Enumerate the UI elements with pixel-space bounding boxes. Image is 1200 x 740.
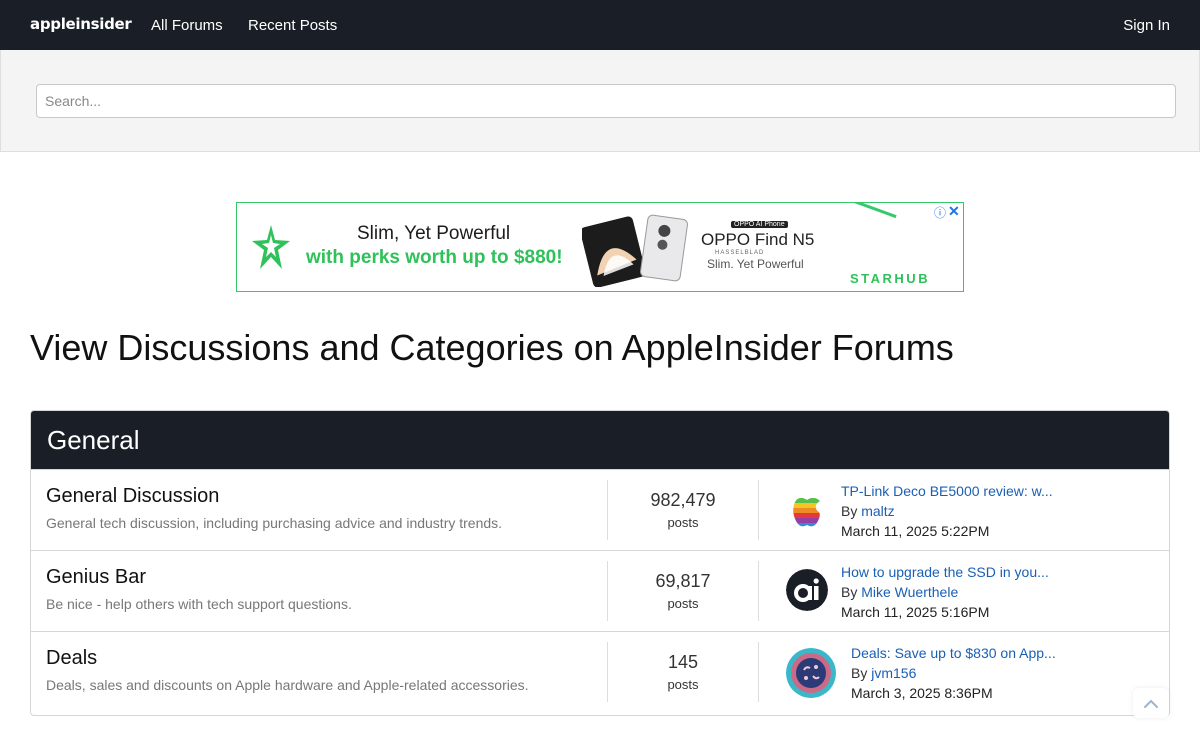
ad-banner[interactable]: Slim, Yet Powerful with perks worth up t… <box>236 202 964 292</box>
author-link[interactable]: jvm156 <box>871 665 916 681</box>
by-prefix: By <box>841 584 862 600</box>
site-logo[interactable]: appleinsider <box>30 15 132 33</box>
ad-brand: STARHUB <box>850 271 931 286</box>
forum-row: Deals Deals, sales and discounts on Appl… <box>31 631 1169 712</box>
forum-row: Genius Bar Be nice - help others with te… <box>31 550 1169 631</box>
page-title: View Discussions and Categories on Apple… <box>30 327 954 368</box>
last-post-date: March 11, 2025 5:22PM <box>841 523 990 539</box>
ad-offer: with perks worth up to $880! <box>306 247 563 268</box>
last-post-byline: By Mike Wuerthele <box>841 584 958 600</box>
author-link[interactable]: maltz <box>861 503 894 519</box>
category-title[interactable]: General <box>47 411 1169 456</box>
post-count-label: posts <box>667 596 699 611</box>
top-navbar: appleinsider All Forums Recent Posts Sig… <box>0 0 1200 50</box>
last-post-date: March 11, 2025 5:16PM <box>841 604 990 620</box>
forum-title[interactable]: Deals <box>46 647 97 670</box>
scroll-to-top-button[interactable] <box>1133 688 1169 718</box>
forum-category: General General Discussion General tech … <box>30 410 1170 716</box>
user-avatar-icon[interactable] <box>786 648 836 698</box>
forum-description: General tech discussion, including purch… <box>46 515 503 531</box>
ad-product-name: OPPO Find N5 <box>701 230 815 249</box>
forum-description: Be nice - help others with tech support … <box>46 596 352 612</box>
ad-close-icon[interactable]: ✕ <box>948 203 960 220</box>
post-count-label: posts <box>667 515 699 530</box>
sign-in-link[interactable]: Sign In <box>1123 17 1170 34</box>
column-divider <box>758 642 759 702</box>
ad-tagline: Slim. Yet Powerful <box>707 257 804 271</box>
nav-recent-posts[interactable]: Recent Posts <box>248 17 337 34</box>
column-divider <box>758 561 759 621</box>
ad-hasselblad: HASSELBLAD <box>715 250 765 256</box>
post-count-label: posts <box>667 677 699 692</box>
post-count: 69,817 <box>655 571 711 591</box>
by-prefix: By <box>841 503 862 519</box>
ai-logo-icon[interactable] <box>786 569 828 611</box>
last-post-byline: By maltz <box>841 503 895 519</box>
last-post-title[interactable]: Deals: Save up to $830 on App... <box>851 645 1056 661</box>
post-count: 982,479 <box>650 490 716 510</box>
ad-decor-stripe <box>820 203 897 219</box>
last-post-title[interactable]: TP-Link Deco BE5000 review: w... <box>841 483 1053 499</box>
apple-rainbow-icon[interactable] <box>786 488 828 530</box>
search-input[interactable] <box>36 84 1176 118</box>
starhub-star-icon <box>252 225 290 269</box>
column-divider <box>758 480 759 540</box>
forum-description: Deals, sales and discounts on Apple hard… <box>46 677 529 693</box>
forum-title[interactable]: Genius Bar <box>46 566 146 589</box>
last-post-byline: By jvm156 <box>851 665 916 681</box>
by-prefix: By <box>851 665 872 681</box>
forum-title[interactable]: General Discussion <box>46 485 219 508</box>
phone-product-image <box>582 214 688 287</box>
category-header: General <box>31 411 1169 469</box>
last-post-date: March 3, 2025 8:36PM <box>851 685 993 701</box>
ad-info-icon[interactable]: ⓘ <box>934 204 946 221</box>
author-link[interactable]: Mike Wuerthele <box>861 584 958 600</box>
chevron-up-icon <box>1144 699 1158 708</box>
last-post-title[interactable]: How to upgrade the SSD in you... <box>841 564 1049 580</box>
search-panel <box>0 50 1200 152</box>
nav-all-forums[interactable]: All Forums <box>151 17 223 34</box>
ad-badge: OPPO AI Phone <box>731 221 788 228</box>
forum-row: General Discussion General tech discussi… <box>31 469 1169 550</box>
post-count: 145 <box>667 652 699 672</box>
ad-headline: Slim, Yet Powerful <box>357 223 511 244</box>
